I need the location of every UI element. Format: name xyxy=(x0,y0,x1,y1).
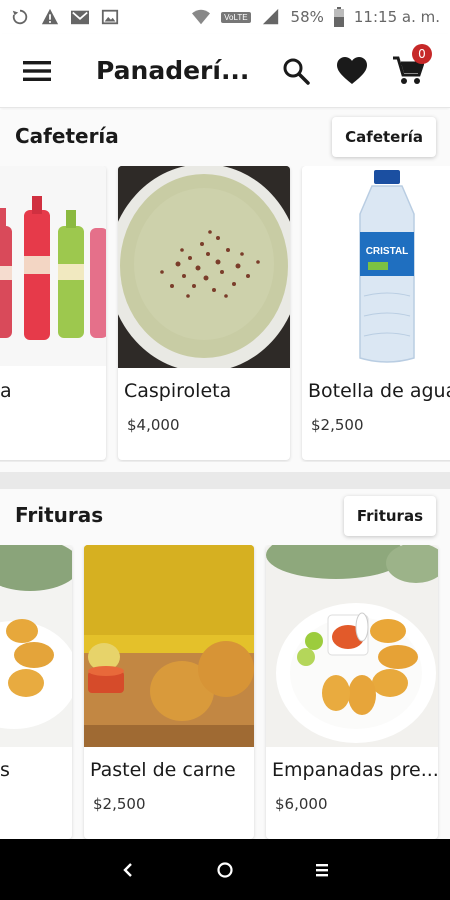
section-see-all-button[interactable]: Cafetería xyxy=(332,117,436,157)
section-title: Cafetería xyxy=(15,124,119,148)
section-title: Frituras xyxy=(15,503,104,527)
sync-icon xyxy=(12,9,28,25)
gmail-icon xyxy=(71,10,89,25)
product-price: $4,000 xyxy=(127,416,180,434)
menu-button[interactable] xyxy=(0,34,74,108)
battery-icon xyxy=(333,7,344,27)
home-button[interactable] xyxy=(195,839,255,900)
cart-badge: 0 xyxy=(412,43,432,64)
product-image xyxy=(0,166,106,366)
product-price: $2,500 xyxy=(311,416,364,434)
empanadas-image xyxy=(266,545,438,743)
search-icon xyxy=(283,58,310,85)
section-header: Frituras Frituras xyxy=(0,489,450,545)
soda-bottles-image xyxy=(0,196,106,340)
recents-icon xyxy=(315,863,328,876)
caspiroleta-image xyxy=(118,166,290,368)
section-header: Cafetería Cafetería xyxy=(0,110,450,166)
product-name: a xyxy=(0,380,12,402)
image-icon xyxy=(101,9,119,25)
favorites-button[interactable] xyxy=(324,34,380,108)
product-price: $6,000 xyxy=(275,795,328,813)
home-icon xyxy=(217,861,233,878)
product-card[interactable]: CRISTAL Botella de agua $2,500 xyxy=(302,166,450,460)
status-right: VoLTE 58% 11:15 a. m. xyxy=(191,7,440,27)
water-bottle-image: CRISTAL xyxy=(359,170,415,363)
battery-percent: 58% xyxy=(290,8,324,26)
section-divider xyxy=(0,472,450,489)
product-card[interactable]: Empanadas pre... $6,000 xyxy=(266,545,438,839)
pastel-de-carne-image xyxy=(84,545,254,747)
product-name: Botella de agua xyxy=(308,380,450,402)
product-name: Pastel de carne xyxy=(90,759,236,781)
status-left xyxy=(10,8,120,26)
back-button[interactable] xyxy=(98,839,158,900)
product-price: $2,500 xyxy=(93,795,146,813)
section-see-all-button[interactable]: Frituras xyxy=(343,496,436,536)
search-button[interactable] xyxy=(268,34,324,108)
product-card[interactable]: Caspiroleta $4,000 xyxy=(118,166,290,460)
product-name: s xyxy=(0,759,10,781)
signal-icon xyxy=(262,8,278,25)
product-carousel[interactable]: a Caspiroleta $4,000 CRISTAL Botella de … xyxy=(0,166,450,462)
product-name: Caspiroleta xyxy=(124,380,232,402)
volte-indicator: VoLTE xyxy=(221,11,251,23)
clock: 11:15 a. m. xyxy=(353,8,440,26)
warning-icon xyxy=(41,8,59,25)
back-icon xyxy=(123,862,133,877)
app-bar: Panaderí... 0 xyxy=(0,34,450,108)
product-image xyxy=(118,166,290,368)
app-title: Panaderí... xyxy=(96,56,250,85)
menu-icon xyxy=(23,60,51,81)
section-cafeteria: Cafetería Cafetería a Caspiroleta $4,000… xyxy=(0,110,450,472)
product-card[interactable]: s xyxy=(0,545,72,839)
product-image: CRISTAL xyxy=(302,166,450,368)
product-image xyxy=(0,545,72,747)
product-carousel[interactable]: s Pastel de carne $2,500 Empanadas pre..… xyxy=(0,545,450,839)
svg-text:CRISTAL: CRISTAL xyxy=(366,246,409,257)
heart-icon xyxy=(337,56,367,84)
product-image xyxy=(266,545,438,747)
product-image xyxy=(84,545,254,747)
product-card[interactable]: a xyxy=(0,166,106,460)
recents-button[interactable] xyxy=(292,839,352,900)
cart-button[interactable]: 0 xyxy=(380,34,436,108)
wifi-icon xyxy=(192,9,211,25)
status-bar: VoLTE 58% 11:15 a. m. xyxy=(0,0,450,34)
section-frituras: Frituras Frituras s Pastel de carne $2,5… xyxy=(0,489,450,839)
fried-snacks-image xyxy=(0,545,72,729)
system-nav-bar xyxy=(0,839,450,900)
product-name: Empanadas pre... xyxy=(272,759,438,781)
product-card[interactable]: Pastel de carne $2,500 xyxy=(84,545,254,839)
